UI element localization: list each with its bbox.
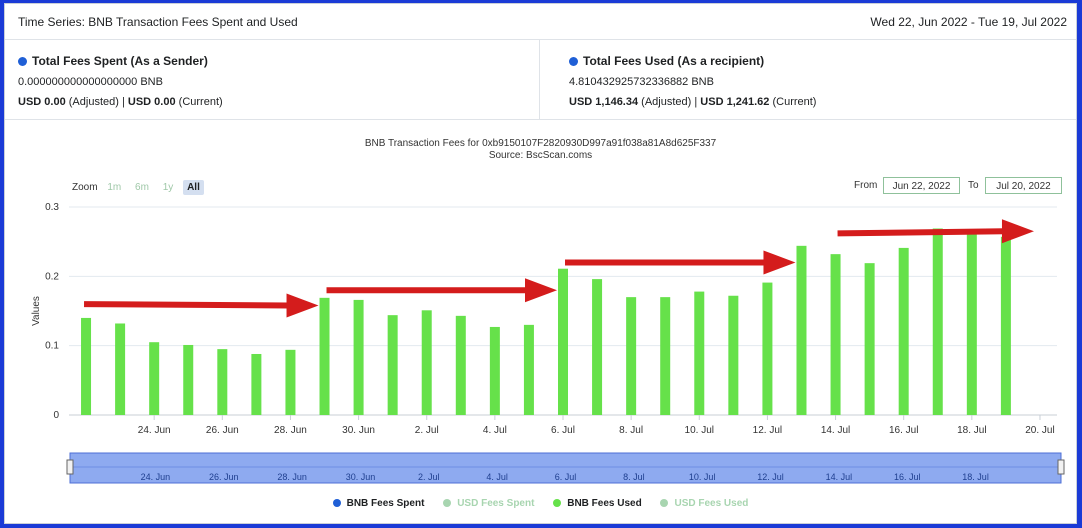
navigator-tick-label: 24. Jun xyxy=(141,472,171,482)
legend-label: BNB Fees Spent xyxy=(346,498,425,509)
navigator-tick-label: 28. Jun xyxy=(277,472,307,482)
bar xyxy=(149,342,160,415)
x-tick-label: 8. Jul xyxy=(619,425,643,436)
navigator-tick-label: 2. Jul xyxy=(418,472,440,482)
y-tick-label: 0.1 xyxy=(45,341,59,352)
bar xyxy=(489,326,500,415)
bar xyxy=(898,247,909,415)
bar xyxy=(183,344,194,415)
navigator-right-handle xyxy=(1057,459,1065,475)
bar xyxy=(626,297,637,415)
arrow-shaft xyxy=(837,228,1005,237)
navigator-tick-label: 6. Jul xyxy=(555,472,577,482)
bar xyxy=(762,282,773,415)
navigator-tick-label: 10. Jul xyxy=(689,472,716,482)
bar xyxy=(455,315,466,415)
legend-usd-fees-spent[interactable]: USD Fees Spent xyxy=(443,498,534,509)
bar xyxy=(217,349,228,415)
bar xyxy=(558,268,568,415)
navigator-tick-label: 14. Jul xyxy=(826,472,853,482)
navigator-left-handle xyxy=(66,459,74,475)
navigator-tick-label: 8. Jul xyxy=(623,472,645,482)
y-tick-label: 0.2 xyxy=(45,271,59,282)
bar xyxy=(864,263,875,415)
bar xyxy=(285,349,296,415)
x-tick-label: 14. Jul xyxy=(821,425,850,436)
navigator-tick-label: 12. Jul xyxy=(757,472,784,482)
x-tick-label: 10. Jul xyxy=(685,425,714,436)
legend-label: BNB Fees Used xyxy=(567,498,642,509)
x-tick-label: 28. Jun xyxy=(274,425,307,436)
navigator-tick-label: 4. Jul xyxy=(486,472,508,482)
x-tick-label: 16. Jul xyxy=(889,425,918,436)
bar xyxy=(592,279,603,415)
bar xyxy=(115,323,126,415)
x-tick-label: 18. Jul xyxy=(957,425,986,436)
x-tick-label: 2. Jul xyxy=(415,425,439,436)
bar xyxy=(728,295,739,415)
bar xyxy=(251,353,262,415)
bar xyxy=(421,310,432,415)
navigator-tick-label: 16. Jul xyxy=(894,472,921,482)
bar xyxy=(796,245,807,415)
bar xyxy=(660,297,671,415)
y-tick-label: 0.3 xyxy=(45,202,59,213)
bar-chart: 0 0.1 0.2 0.3 Values 24. Jun 26. Jun 28. Jun 30.… xyxy=(31,202,1065,484)
bar xyxy=(694,291,705,415)
legend-usd-fees-used[interactable]: USD Fees Used xyxy=(660,498,748,509)
bar xyxy=(1000,236,1011,415)
legend-label: USD Fees Spent xyxy=(457,498,535,509)
bar xyxy=(523,324,534,415)
y-tick-label: 0 xyxy=(53,410,59,421)
bar xyxy=(319,297,330,415)
legend-dot-icon xyxy=(443,499,452,507)
arrow-head xyxy=(286,293,319,318)
x-tick-label: 26. Jun xyxy=(206,425,239,436)
bar xyxy=(830,254,841,415)
legend-dot-icon xyxy=(553,499,562,507)
x-tick-label: 20. Jul xyxy=(1025,425,1054,436)
chart-legend: BNB Fees Spent USD Fees Spent BNB Fees U… xyxy=(5,498,1076,509)
bar xyxy=(81,317,92,415)
x-tick-label: 6. Jul xyxy=(551,425,575,436)
y-axis-label: Values xyxy=(31,296,42,326)
legend-dot-icon xyxy=(332,499,341,507)
arrow-head xyxy=(763,250,796,275)
legend-bnb-fees-used[interactable]: BNB Fees Used xyxy=(553,498,642,509)
x-tick-label: 12. Jul xyxy=(753,425,782,436)
arrow-head xyxy=(1001,219,1034,244)
bar xyxy=(932,228,943,415)
arrow-head xyxy=(525,278,557,303)
navigator-tick-label: 30. Jun xyxy=(346,472,376,482)
x-tick-label: 30. Jun xyxy=(342,425,375,436)
navigator-tick-label: 26. Jun xyxy=(209,472,239,482)
x-tick-label: 4. Jul xyxy=(483,425,507,436)
legend-label: USD Fees Used xyxy=(674,498,749,509)
legend-bnb-fees-spent[interactable]: BNB Fees Spent xyxy=(332,498,425,509)
bar xyxy=(966,229,977,415)
x-tick-label: 24. Jun xyxy=(138,425,171,436)
bar xyxy=(353,299,364,415)
bar xyxy=(387,315,398,415)
legend-dot-icon xyxy=(660,499,669,507)
arrow-shaft xyxy=(84,301,289,309)
navigator-tick-label: 18. Jul xyxy=(962,472,989,482)
chart-panel: Time Series: BNB Transaction Fees Spent … xyxy=(4,3,1077,524)
